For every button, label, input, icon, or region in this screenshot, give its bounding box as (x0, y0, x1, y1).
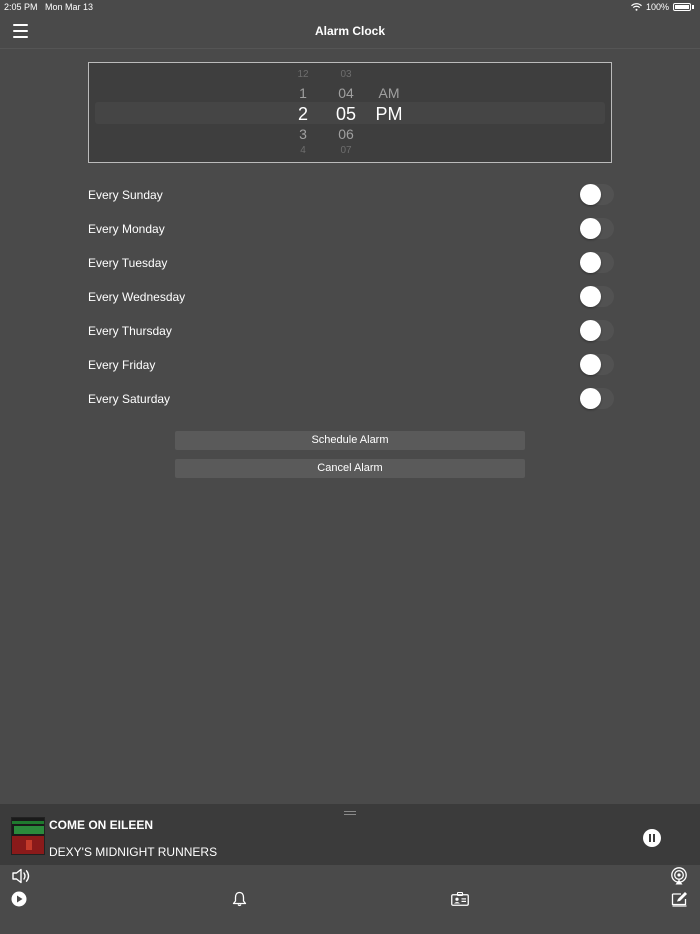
day-label: Every Saturday (88, 392, 171, 406)
day-row-saturday: Every Saturday (88, 388, 614, 410)
time-picker[interactable]: 12 1 2 3 4 03 04 05 06 07 AM PM (88, 62, 612, 163)
hour-selected[interactable]: 2 (283, 105, 323, 123)
tuesday-toggle[interactable] (580, 252, 614, 273)
friday-toggle[interactable] (580, 354, 614, 375)
toggle-knob (580, 218, 601, 239)
sunday-toggle[interactable] (580, 184, 614, 205)
minute-selected[interactable]: 05 (326, 105, 366, 123)
speaker-icon[interactable] (12, 868, 32, 884)
contact-card-icon[interactable] (451, 892, 469, 906)
toggle-knob (580, 354, 601, 375)
period-option[interactable]: AM (369, 86, 409, 100)
battery-icon (673, 3, 691, 11)
hour-option[interactable]: 4 (283, 146, 323, 156)
album-art (11, 817, 45, 855)
toggle-knob (580, 286, 601, 307)
hour-wheel[interactable]: 12 1 2 3 4 (283, 63, 323, 162)
period-wheel[interactable]: AM PM (369, 63, 409, 162)
minute-option[interactable]: 07 (326, 146, 366, 156)
schedule-alarm-button[interactable]: Schedule Alarm (175, 431, 525, 450)
thursday-toggle[interactable] (580, 320, 614, 341)
bell-icon[interactable] (232, 891, 247, 907)
wifi-icon (631, 3, 642, 11)
day-row-wednesday: Every Wednesday (88, 286, 614, 308)
cancel-alarm-button[interactable]: Cancel Alarm (175, 459, 525, 478)
day-label: Every Thursday (88, 324, 172, 338)
toggle-knob (580, 252, 601, 273)
day-row-sunday: Every Sunday (88, 184, 614, 206)
airplay-icon[interactable] (670, 867, 688, 885)
day-label: Every Friday (88, 358, 156, 372)
status-bar: 2:05 PM Mon Mar 13 100% (0, 0, 700, 14)
day-row-thursday: Every Thursday (88, 320, 614, 342)
status-right: 100% (631, 2, 694, 12)
period-selected[interactable]: PM (369, 105, 409, 123)
day-label: Every Wednesday (88, 290, 186, 304)
monday-toggle[interactable] (580, 218, 614, 239)
toggle-knob (580, 388, 601, 409)
tab-bar (0, 865, 700, 934)
day-row-friday: Every Friday (88, 354, 614, 376)
toggle-knob (580, 320, 601, 341)
status-time: 2:05 PM (4, 2, 38, 12)
minute-option[interactable]: 03 (326, 70, 366, 80)
minute-option[interactable]: 04 (326, 86, 366, 100)
pause-icon[interactable] (643, 829, 661, 847)
hour-option[interactable]: 3 (283, 127, 323, 141)
battery-nub (692, 5, 694, 9)
play-icon[interactable] (11, 891, 27, 907)
compose-icon[interactable] (671, 891, 688, 907)
toggle-knob (580, 184, 601, 205)
status-date: Mon Mar 13 (45, 2, 94, 12)
hour-option[interactable]: 12 (283, 70, 323, 80)
minute-wheel[interactable]: 03 04 05 06 07 (326, 63, 366, 162)
page-title: Alarm Clock (314, 24, 386, 38)
wednesday-toggle[interactable] (580, 286, 614, 307)
navigation-bar: Alarm Clock (0, 14, 700, 49)
minute-option[interactable]: 06 (326, 127, 366, 141)
track-artist: DEXY'S MIDNIGHT RUNNERS (49, 845, 218, 859)
day-label: Every Sunday (88, 188, 163, 202)
drag-handle-icon[interactable] (344, 811, 356, 815)
day-label: Every Monday (88, 222, 165, 236)
saturday-toggle[interactable] (580, 388, 614, 409)
hour-option[interactable]: 1 (283, 86, 323, 100)
day-label: Every Tuesday (88, 256, 168, 270)
track-title: COME ON EILEEN (49, 818, 154, 832)
battery-percent: 100% (645, 2, 669, 12)
day-row-monday: Every Monday (88, 218, 614, 240)
day-row-tuesday: Every Tuesday (88, 252, 614, 274)
